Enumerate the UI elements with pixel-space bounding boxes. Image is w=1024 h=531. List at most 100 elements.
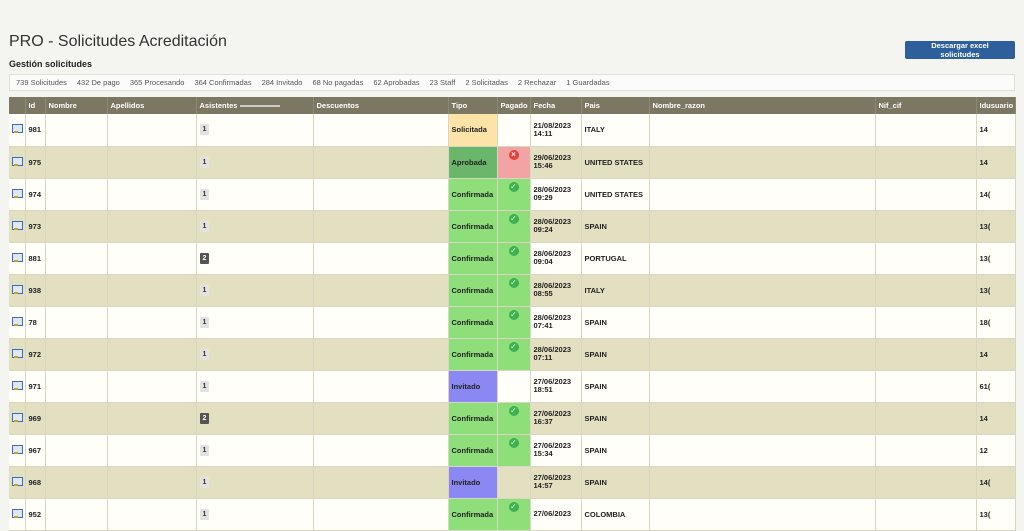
cell-nif-cif (875, 210, 977, 243)
cell-nombre-razon (649, 498, 876, 531)
edit-doc-icon[interactable] (11, 412, 23, 422)
cell-tipo: Confirmada (448, 178, 498, 211)
table-row[interactable]: 973 1 Confirmada ✓ 28/06/2023 09:24 SPAIN 13( (9, 210, 1016, 243)
cell-nombre-razon (649, 242, 876, 275)
stat-procesando[interactable]: 365 Procesando (130, 78, 185, 87)
cell-nif-cif (875, 178, 977, 211)
stat-de-pago[interactable]: 432 De pago (77, 78, 120, 87)
row-edit-cell[interactable] (9, 338, 26, 371)
edit-doc-icon[interactable] (11, 444, 23, 454)
cell-apellidos (107, 434, 197, 467)
cell-idusuario: 14( (976, 466, 1016, 499)
edit-doc-icon[interactable] (11, 380, 23, 390)
edit-doc-icon[interactable] (11, 252, 23, 262)
col-header-apellidos[interactable]: Apellidos (107, 97, 197, 114)
cell-pagado: ✓ (497, 498, 531, 531)
row-edit-cell[interactable] (9, 434, 26, 467)
col-header-id[interactable]: Id (25, 97, 46, 114)
row-edit-cell[interactable] (9, 370, 26, 403)
col-header-fecha[interactable]: Fecha (530, 97, 582, 114)
col-header-descuentos[interactable]: Descuentos (313, 97, 449, 114)
stat-rechazar[interactable]: 2 Rechazar (518, 78, 556, 87)
cell-nif-cif (875, 114, 977, 147)
fecha-time: 14:11 (533, 128, 553, 138)
cell-apellidos (107, 210, 197, 243)
stat-guardadas[interactable]: 1 Guardadas (566, 78, 609, 87)
col-header-nombre-razon[interactable]: Nombre_razon (649, 97, 876, 114)
row-edit-cell[interactable] (9, 466, 26, 499)
col-header-nif-cif[interactable]: Nif_cif (875, 97, 977, 114)
check-icon: ✓ (508, 181, 519, 192)
col-header-idusuario[interactable]: Idusuario (976, 97, 1016, 114)
cell-descuentos (313, 434, 449, 467)
cell-nombre (45, 242, 108, 275)
table-row[interactable]: 967 1 Confirmada ✓ 27/06/2023 15:34 SPAIN 12 (9, 434, 1016, 467)
cell-pagado: ✓ (497, 306, 531, 339)
row-edit-cell[interactable] (9, 274, 26, 307)
fecha-time: 15:34 (533, 449, 553, 458)
stat-solicitadas[interactable]: 2 Solicitadas (465, 78, 508, 87)
row-edit-cell[interactable] (9, 498, 26, 531)
column-resize-handle[interactable] (240, 104, 281, 107)
check-icon: ✓ (508, 245, 519, 256)
row-edit-cell[interactable] (9, 114, 26, 147)
col-header-tipo[interactable]: Tipo (448, 97, 498, 114)
col-header-pais[interactable]: Pais (581, 97, 650, 114)
cell-asistentes: 1 (196, 498, 314, 531)
edit-doc-icon[interactable] (11, 156, 23, 166)
cell-fecha: 27/06/2023 15:34 (530, 434, 582, 467)
cell-nombre-razon (649, 114, 876, 147)
edit-doc-icon[interactable] (11, 124, 23, 134)
stat-confirmadas[interactable]: 364 Confirmadas (194, 78, 251, 87)
cell-pagado (497, 466, 531, 499)
col-header-nombre[interactable]: Nombre (45, 97, 108, 114)
row-edit-cell[interactable] (9, 146, 26, 179)
cell-nif-cif (875, 306, 977, 339)
cell-tipo: Confirmada (448, 498, 498, 531)
edit-doc-icon[interactable] (11, 284, 23, 294)
table-row[interactable]: 971 1 Invitado 27/06/2023 18:51 SPAIN 61( (9, 370, 1016, 403)
cell-tipo: Solicitada (448, 114, 498, 147)
cell-apellidos (107, 114, 197, 147)
edit-doc-icon[interactable] (11, 348, 23, 358)
edit-doc-icon[interactable] (11, 316, 23, 326)
table-row[interactable]: 981 1 Solicitada 21/08/2023 14:11 ITALY 14 (9, 114, 1016, 147)
row-edit-cell[interactable] (9, 178, 26, 211)
row-edit-cell[interactable] (9, 210, 26, 243)
table-row[interactable]: 78 1 Confirmada ✓ 28/06/2023 07:41 SPAIN 18( (9, 306, 1016, 339)
table-row[interactable]: 974 1 Confirmada ✓ 28/06/2023 09:29 UNITED STA… (9, 178, 1016, 211)
edit-doc-icon[interactable] (11, 476, 23, 486)
asistentes-badge: 1 (199, 284, 210, 296)
table-row[interactable]: 975 1 Aprobada × 29/06/2023 15:46 UNITED STATE… (9, 146, 1016, 179)
cell-pais: ITALY (581, 274, 650, 307)
table-row[interactable]: 952 1 Confirmada ✓ 27/06/2023 COLOMBIA 13( (9, 498, 1016, 531)
row-edit-cell[interactable] (9, 402, 26, 435)
stat-aprobadas[interactable]: 62 Aprobadas (373, 78, 419, 87)
cell-tipo: Invitado (448, 370, 498, 403)
edit-doc-icon[interactable] (11, 220, 23, 230)
col-header-asistentes[interactable]: Asistentes (196, 97, 314, 114)
stat-staff[interactable]: 23 Staff (430, 78, 456, 87)
edit-doc-icon[interactable] (11, 508, 23, 518)
stat-invitado[interactable]: 284 Invitado (262, 78, 303, 87)
table-row[interactable]: 881 2 Confirmada ✓ 28/06/2023 09:04 PORTUGAL 13… (9, 242, 1016, 275)
col-header-actions (9, 97, 26, 114)
fecha-time: 16:37 (533, 417, 553, 426)
cell-fecha: 28/06/2023 09:24 (530, 210, 582, 243)
edit-doc-icon[interactable] (11, 188, 23, 198)
stat-solicitudes[interactable]: 739 Solicitudes (16, 78, 67, 87)
download-excel-button[interactable]: Descargar excel solicitudes (905, 41, 1015, 59)
row-edit-cell[interactable] (9, 306, 26, 339)
cell-apellidos (107, 498, 197, 531)
col-header-pagado[interactable]: Pagado (497, 97, 531, 114)
table-row[interactable]: 938 1 Confirmada ✓ 28/06/2023 08:55 ITALY 13( (9, 274, 1016, 307)
table-row[interactable]: 968 1 Invitado 27/06/2023 14:57 SPAIN 14( (9, 466, 1016, 499)
cell-nif-cif (875, 402, 977, 435)
table-row[interactable]: 972 1 Confirmada ✓ 28/06/2023 07:11 SPAIN 14 (9, 338, 1016, 371)
cell-pagado: ✓ (497, 178, 531, 211)
cell-nif-cif (875, 498, 977, 531)
row-edit-cell[interactable] (9, 242, 26, 275)
stat-no-pagadas[interactable]: 68 No pagadas (312, 78, 363, 87)
cell-idusuario: 14 (976, 114, 1016, 147)
table-row[interactable]: 969 2 Confirmada ✓ 27/06/2023 16:37 SPAIN 14 (9, 402, 1016, 435)
